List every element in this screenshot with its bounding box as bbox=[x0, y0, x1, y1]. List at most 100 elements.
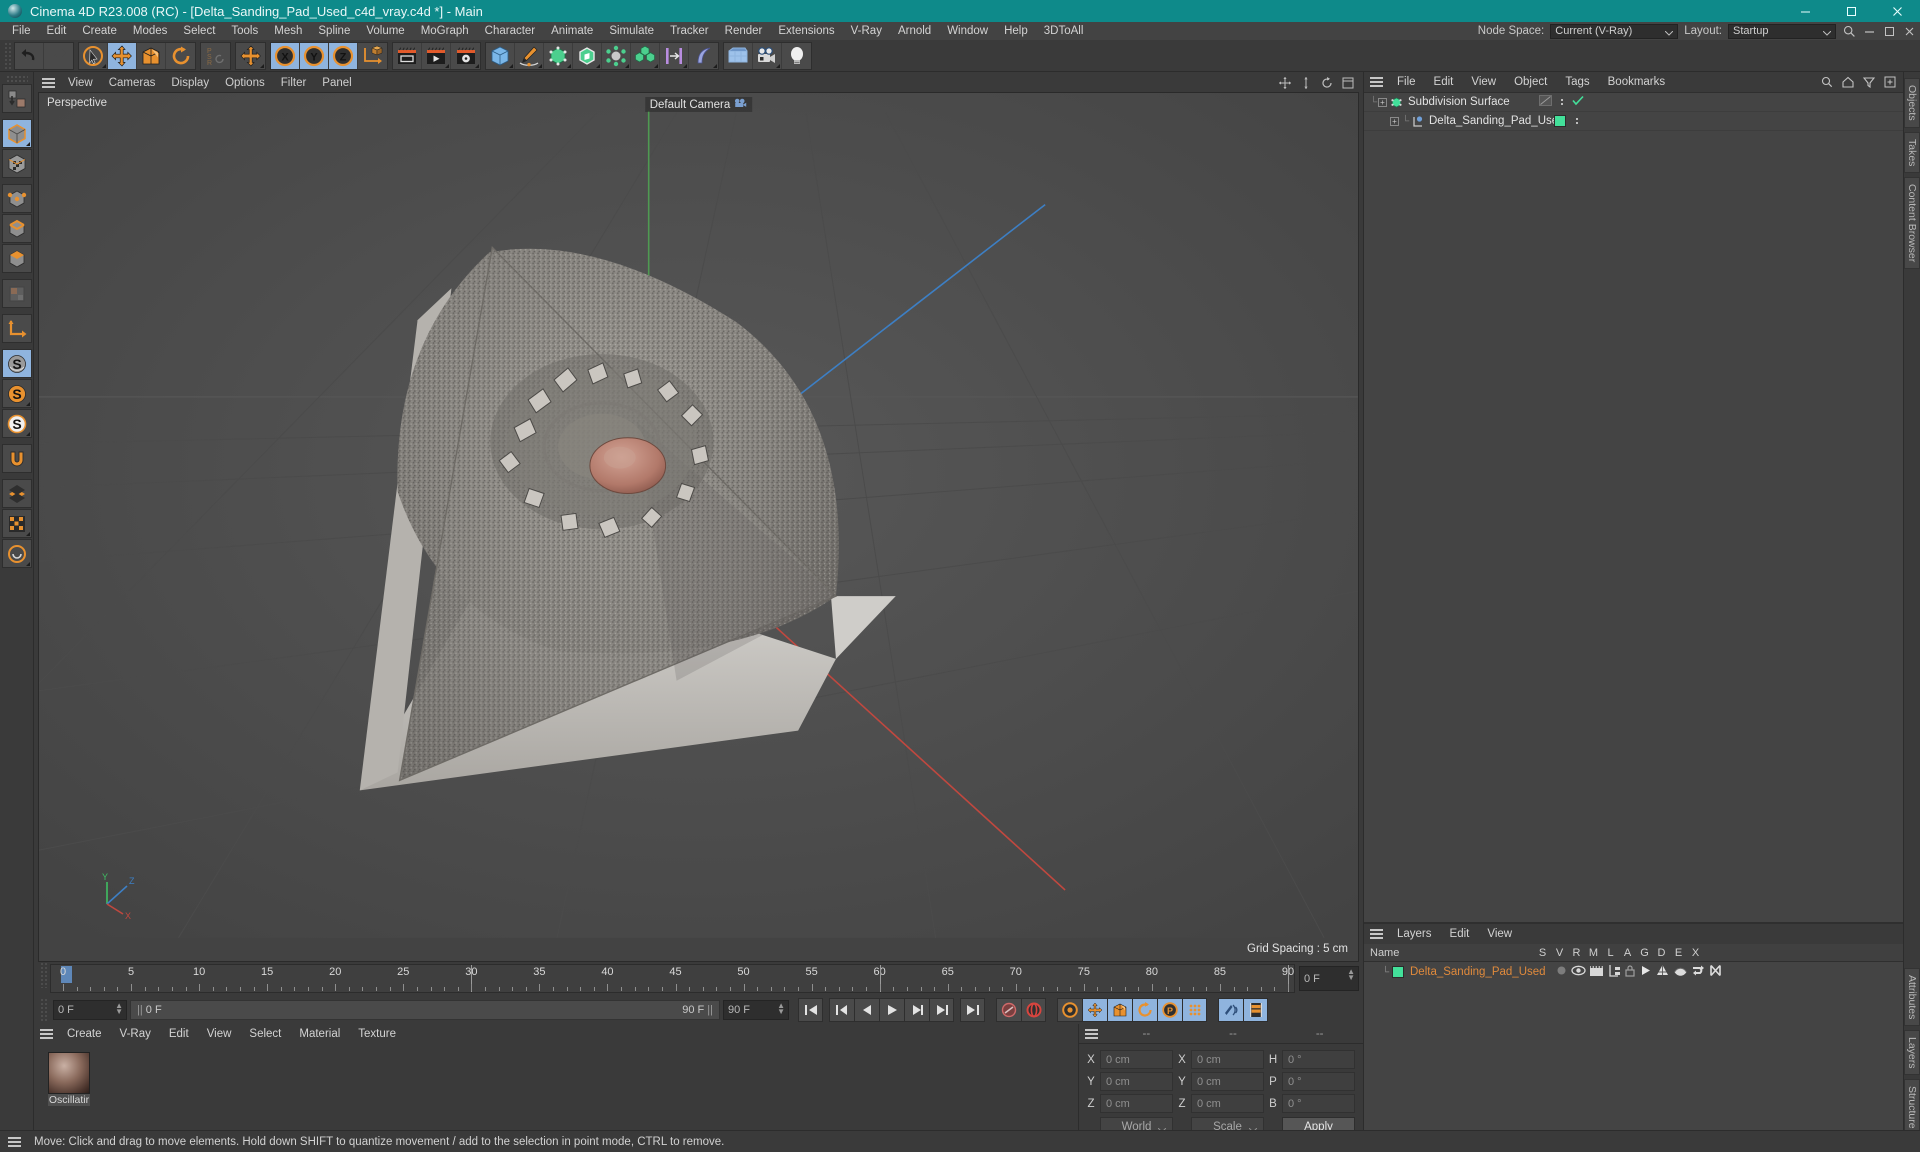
tab-objects[interactable]: Objects bbox=[1904, 78, 1920, 128]
menu-item-tracker[interactable]: Tracker bbox=[662, 22, 717, 40]
viewport-menu-panel[interactable]: Panel bbox=[314, 77, 359, 89]
material-hamburger-icon[interactable] bbox=[40, 1029, 53, 1040]
layer-menu-view[interactable]: View bbox=[1478, 928, 1521, 940]
menu-item-arnold[interactable]: Arnold bbox=[890, 22, 939, 40]
keyframe-selection-button[interactable] bbox=[1057, 997, 1082, 1022]
enabled-check-icon[interactable] bbox=[1572, 95, 1584, 109]
uv-mode-button[interactable] bbox=[1, 279, 32, 308]
layer-visible-icon[interactable] bbox=[1570, 964, 1586, 980]
menu-item-mesh[interactable]: Mesh bbox=[266, 22, 310, 40]
selection-filter-button[interactable] bbox=[1, 479, 32, 508]
size-z-field[interactable]: 0 cm bbox=[1191, 1094, 1264, 1114]
viewport-menu-view[interactable]: View bbox=[60, 77, 101, 89]
menu-item-character[interactable]: Character bbox=[477, 22, 544, 40]
scale-tool-button[interactable] bbox=[137, 42, 166, 69]
array-button[interactable] bbox=[660, 42, 689, 69]
object-row-subdivision-surface[interactable]: └ + Subdivision Surface bbox=[1364, 93, 1903, 112]
layer-render-icon[interactable] bbox=[1589, 964, 1604, 980]
timeline-end-field[interactable]: 0 F ▲ ▼ bbox=[1299, 966, 1359, 992]
record-active-objects-button[interactable] bbox=[996, 997, 1021, 1022]
position-x-field[interactable]: 0 cm bbox=[1100, 1050, 1173, 1070]
layer-lock-icon[interactable] bbox=[1624, 964, 1636, 980]
menu-item-tools[interactable]: Tools bbox=[223, 22, 266, 40]
magnet-tool-button[interactable] bbox=[1, 444, 32, 473]
visibility-dots-icon[interactable] bbox=[1576, 118, 1578, 124]
enable-snapping-button[interactable]: S bbox=[1, 349, 32, 378]
object-tag-placeholder-icon[interactable] bbox=[1539, 95, 1552, 109]
spinner-icon[interactable]: ▲ ▼ bbox=[115, 1001, 123, 1015]
object-manager-hamburger-icon[interactable] bbox=[1370, 77, 1383, 87]
object-menu-file[interactable]: File bbox=[1388, 76, 1425, 88]
pan-view-icon[interactable] bbox=[1278, 76, 1292, 90]
layer-xref-icon[interactable] bbox=[1709, 964, 1722, 980]
menu-item-simulate[interactable]: Simulate bbox=[601, 22, 662, 40]
pen-spline-button[interactable] bbox=[515, 42, 544, 69]
position-y-field[interactable]: 0 cm bbox=[1100, 1072, 1173, 1092]
render-region-button[interactable] bbox=[422, 42, 451, 69]
viewport-menu-filter[interactable]: Filter bbox=[273, 77, 315, 89]
menu-item-modes[interactable]: Modes bbox=[125, 22, 176, 40]
layer-manager-hamburger-icon[interactable] bbox=[1370, 929, 1383, 939]
z-axis-lock-button[interactable]: Z bbox=[329, 42, 358, 69]
timeline-grip[interactable] bbox=[40, 962, 48, 988]
cube-primitive-button[interactable] bbox=[486, 42, 515, 69]
expand-icon[interactable]: + bbox=[1378, 97, 1387, 107]
points-mode-button[interactable] bbox=[1, 184, 32, 213]
viewport-solo-button[interactable] bbox=[1, 539, 32, 568]
psr-toggle-button[interactable]: PSR bbox=[201, 42, 230, 69]
layer-column-g[interactable]: G bbox=[1636, 947, 1653, 959]
close-button[interactable] bbox=[1874, 0, 1920, 22]
viewport-camera-label[interactable]: Default Camera bbox=[644, 97, 753, 112]
expand-icon[interactable]: + bbox=[1390, 116, 1399, 126]
layer-column-e[interactable]: E bbox=[1670, 947, 1687, 959]
floor-grid-button[interactable] bbox=[724, 42, 753, 69]
go-to-start-button[interactable] bbox=[798, 997, 823, 1022]
snap-settings-button[interactable]: S bbox=[1, 379, 32, 408]
viewport-menu-cameras[interactable]: Cameras bbox=[101, 77, 164, 89]
go-to-next-key-button[interactable] bbox=[929, 997, 954, 1022]
rotation-h-field[interactable]: 0 ° bbox=[1282, 1050, 1355, 1070]
render-view-button[interactable] bbox=[393, 42, 422, 69]
object-menu-tags[interactable]: Tags bbox=[1556, 76, 1598, 88]
object-menu-view[interactable]: View bbox=[1462, 76, 1505, 88]
model-mode-button[interactable] bbox=[1, 119, 32, 148]
live-selection-tool-button[interactable] bbox=[79, 42, 108, 69]
material-menu-view[interactable]: View bbox=[198, 1028, 241, 1040]
layer-solo-icon[interactable] bbox=[1555, 964, 1568, 980]
layer-animation-icon[interactable] bbox=[1639, 964, 1652, 980]
tab-structure[interactable]: Structure bbox=[1904, 1079, 1920, 1136]
camera-button[interactable] bbox=[753, 42, 782, 69]
transport-grip[interactable] bbox=[40, 997, 48, 1022]
tab-attributes[interactable]: Attributes bbox=[1904, 967, 1920, 1026]
layer-list[interactable]: └ Delta_Sanding_Pad_Used bbox=[1364, 962, 1903, 1152]
search-icon[interactable] bbox=[1820, 75, 1834, 89]
menu-item-3dtoall[interactable]: 3DToAll bbox=[1036, 22, 1092, 40]
restore-panel-icon[interactable] bbox=[1882, 24, 1896, 38]
menu-item-mograph[interactable]: MoGraph bbox=[413, 22, 477, 40]
rotation-b-field[interactable]: 0 ° bbox=[1282, 1094, 1355, 1114]
object-menu-edit[interactable]: Edit bbox=[1425, 76, 1463, 88]
object-menu-bookmarks[interactable]: Bookmarks bbox=[1599, 76, 1675, 88]
edges-mode-button[interactable] bbox=[1, 214, 32, 243]
coordinates-hamburger-icon[interactable] bbox=[1085, 1028, 1098, 1039]
spinner-icon[interactable]: ▲ ▼ bbox=[1347, 968, 1355, 982]
object-axis-move-button[interactable] bbox=[236, 42, 265, 69]
field-button[interactable] bbox=[689, 42, 718, 69]
layer-column-s[interactable]: S bbox=[1534, 947, 1551, 959]
current-frame-field[interactable]: 0 F ▲ ▼ bbox=[53, 999, 127, 1020]
minimize-panel-icon[interactable] bbox=[1862, 24, 1876, 38]
y-axis-lock-button[interactable]: Y bbox=[300, 42, 329, 69]
material-menu-edit[interactable]: Edit bbox=[160, 1028, 198, 1040]
parameter-key-button[interactable]: P bbox=[1157, 997, 1182, 1022]
menu-item-extensions[interactable]: Extensions bbox=[770, 22, 842, 40]
layer-row[interactable]: └ Delta_Sanding_Pad_Used bbox=[1364, 962, 1903, 982]
viewport-menu-display[interactable]: Display bbox=[163, 77, 217, 89]
layer-column-m[interactable]: M bbox=[1585, 947, 1602, 959]
rotate-tool-button[interactable] bbox=[166, 42, 195, 69]
size-y-field[interactable]: 0 cm bbox=[1191, 1072, 1264, 1092]
menu-item-spline[interactable]: Spline bbox=[310, 22, 358, 40]
tab-layers[interactable]: Layers bbox=[1904, 1029, 1920, 1076]
autokeying-button[interactable] bbox=[1021, 997, 1046, 1022]
menu-item-help[interactable]: Help bbox=[996, 22, 1036, 40]
material-menu-select[interactable]: Select bbox=[240, 1028, 290, 1040]
